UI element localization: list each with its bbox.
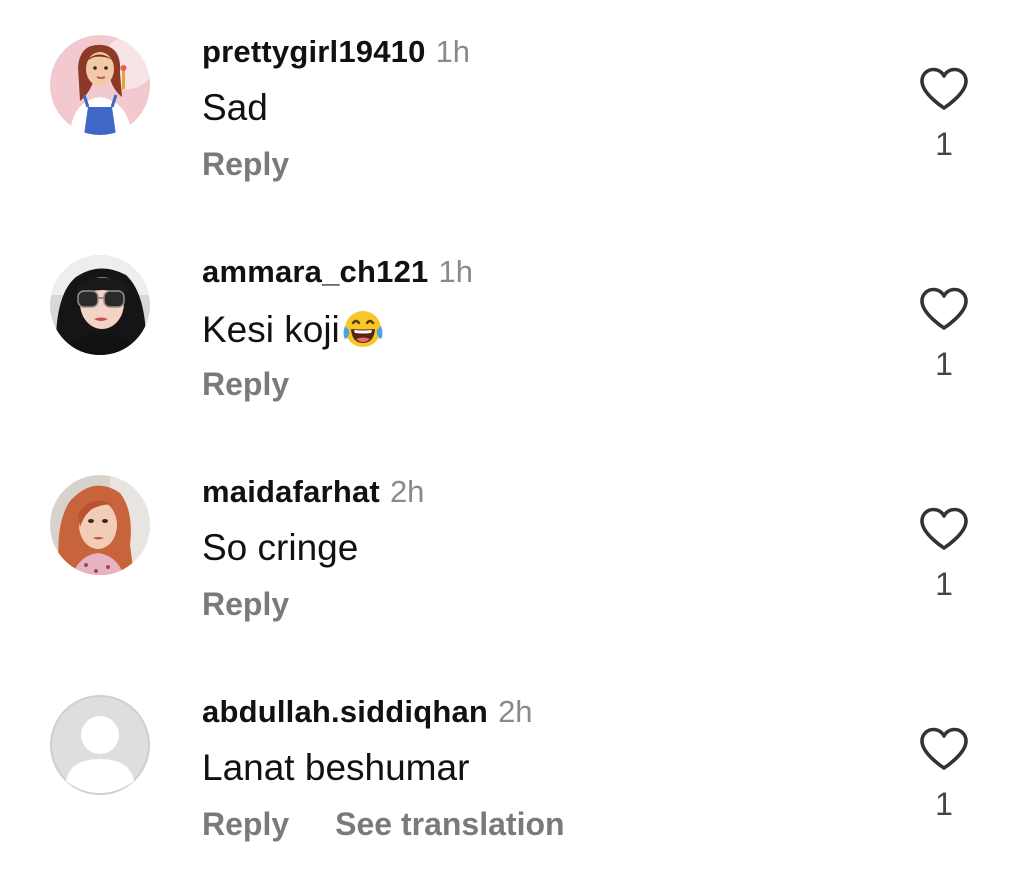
- comment-text: Sad: [202, 86, 268, 130]
- comment-text: So cringe: [202, 526, 358, 570]
- username[interactable]: abdullah.siddiqhan: [202, 694, 488, 729]
- comment-actions: Reply: [202, 582, 289, 626]
- like-count: 1: [935, 346, 953, 382]
- heart-icon: [920, 287, 968, 330]
- comment-body: Sad: [202, 87, 268, 128]
- comment-item: maidafarhat 2h So cringe Reply 1: [0, 440, 1024, 660]
- timestamp: 1h: [435, 34, 471, 69]
- username[interactable]: maidafarhat: [202, 474, 380, 509]
- avatar[interactable]: [50, 475, 150, 575]
- like-count: 1: [935, 126, 953, 162]
- like-count: 1: [935, 566, 953, 602]
- timestamp: 1h: [438, 254, 473, 289]
- comment-body: So cringe: [202, 527, 359, 568]
- avatar[interactable]: [50, 255, 150, 355]
- comment-item: abdullah.siddiqhan 2h Lanat beshumar Repl…: [0, 660, 1024, 880]
- reply-button[interactable]: Reply: [202, 146, 289, 182]
- comment-header: ammara_ch121 1h: [202, 252, 473, 292]
- like-button[interactable]: [918, 286, 970, 332]
- comment-text: Lanat beshumar: [202, 746, 469, 790]
- username[interactable]: prettygirl19410: [202, 34, 426, 69]
- heart-icon: [920, 727, 968, 770]
- woman-sunglasses-avatar-icon: [50, 255, 150, 355]
- heart-icon: [920, 67, 968, 110]
- heart-icon: [920, 507, 968, 550]
- reply-button[interactable]: Reply: [202, 366, 289, 402]
- comment-body: Lanat beshumar: [202, 747, 470, 788]
- comment-header: prettygirl19410 1h: [202, 32, 470, 72]
- default-profile-avatar-icon: [50, 695, 150, 795]
- avatar[interactable]: [50, 695, 150, 795]
- timestamp: 2h: [389, 474, 425, 509]
- comment-actions: Reply: [202, 362, 289, 406]
- reply-button[interactable]: Reply: [202, 806, 289, 842]
- reply-button[interactable]: Reply: [202, 586, 289, 622]
- comment-actions: Reply: [202, 142, 289, 186]
- comment-item: prettygirl19410 1h Sad Reply 1: [0, 0, 1024, 220]
- like-button[interactable]: [918, 506, 970, 552]
- cartoon-princess-avatar-icon: [50, 35, 150, 135]
- timestamp: 2h: [498, 694, 533, 729]
- username[interactable]: ammara_ch121: [202, 254, 428, 289]
- like-count: 1: [935, 786, 953, 822]
- comment-text: Kesi koji: [202, 306, 385, 352]
- like-button[interactable]: [918, 66, 970, 112]
- comment-actions: Reply See translation: [202, 802, 565, 846]
- face-with-tears-of-joy-icon: [343, 311, 383, 347]
- comment-header: abdullah.siddiqhan 2h: [202, 692, 533, 732]
- comment-header: maidafarhat 2h: [202, 472, 424, 512]
- see-translation-button[interactable]: See translation: [335, 806, 564, 842]
- like-button[interactable]: [918, 726, 970, 772]
- woman-red-hair-avatar-icon: [50, 475, 150, 575]
- comment-item: ammara_ch121 1h Kesi koji Reply 1: [0, 220, 1024, 440]
- comment-body: Kesi koji: [202, 309, 340, 350]
- avatar[interactable]: [50, 35, 150, 135]
